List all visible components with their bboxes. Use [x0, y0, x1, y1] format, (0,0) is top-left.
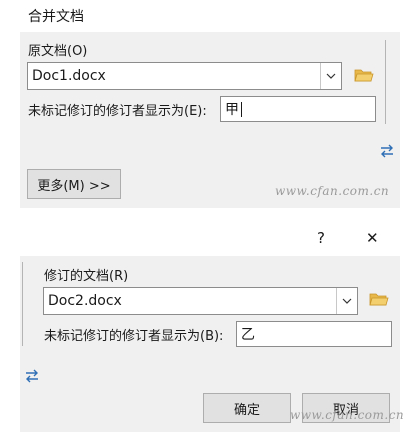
revised-document-combo[interactable]: Doc2.docx — [43, 287, 358, 315]
revised-reviewer-value: 乙 — [241, 327, 255, 343]
swap-icon[interactable] — [379, 144, 395, 158]
original-document-label: 原文档(O) — [28, 44, 88, 59]
revised-reviewer-input[interactable]: 乙 — [236, 321, 392, 347]
swap-icon[interactable] — [24, 369, 40, 383]
folder-icon[interactable] — [354, 67, 374, 83]
text-caret — [241, 102, 242, 117]
watermark: www.cfan.com.cn — [290, 408, 405, 422]
help-button[interactable]: ? — [317, 229, 325, 247]
panel-divider-left — [22, 262, 23, 346]
close-icon[interactable]: ✕ — [366, 229, 379, 247]
original-reviewer-label: 未标记修订的修订者显示为(E): — [28, 104, 207, 119]
original-reviewer-input[interactable]: 甲 — [220, 96, 376, 122]
original-reviewer-value: 甲 — [225, 102, 239, 118]
original-document-value: Doc1.docx — [32, 68, 106, 84]
revised-reviewer-label: 未标记修订的修订者显示为(B): — [44, 329, 224, 344]
revised-document-label: 修订的文档(R) — [44, 269, 129, 284]
dialog-title: 合并文档 — [28, 9, 84, 25]
chevron-down-icon[interactable] — [320, 63, 341, 89]
chevron-down-icon[interactable] — [336, 288, 357, 314]
panel-divider — [385, 40, 386, 124]
more-button[interactable]: 更多(M) >> — [27, 169, 121, 199]
revised-document-value: Doc2.docx — [48, 293, 122, 309]
watermark: www.cfan.com.cn — [275, 184, 390, 198]
original-document-combo[interactable]: Doc1.docx — [27, 62, 342, 90]
ok-button[interactable]: 确定 — [203, 393, 291, 423]
folder-icon[interactable] — [369, 291, 389, 307]
